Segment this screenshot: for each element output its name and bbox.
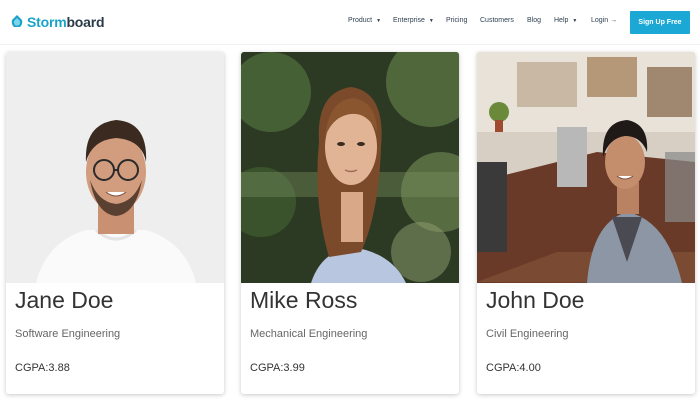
student-photo [6,52,224,283]
nav-item-help[interactable]: Help ▼ [554,17,577,24]
student-cgpa: CGPA:3.99 [250,362,305,374]
student-photo [477,52,695,283]
stormboard-logo-icon [11,15,23,27]
nav-item-login[interactable]: Login → [591,17,617,24]
student-department: Software Engineering [15,328,121,340]
nav-item-enterprise[interactable]: Enterprise ▼ [393,17,434,24]
student-card[interactable]: Jane Doe Software Engineering CGPA:3.88 [6,52,224,394]
student-card[interactable]: John Doe Civil Engineering CGPA:4.00 [477,52,695,394]
student-name: John Doe [486,287,585,313]
nav-item-blog[interactable]: Blog [527,17,541,24]
caret-down-icon: ▼ [428,17,434,24]
student-name: Jane Doe [15,287,114,313]
student-card[interactable]: Mike Ross Mechanical Engineering CGPA:3.… [241,52,459,394]
nav-item-customers[interactable]: Customers [480,17,514,24]
brand-name: Stormboard [27,14,105,30]
caret-down-icon: ▼ [572,17,578,24]
nav-item-product[interactable]: Product ▼ [348,17,381,24]
nav-item-pricing[interactable]: Pricing [446,17,467,24]
brand-logo[interactable]: Stormboard [10,13,105,31]
student-photo [241,52,459,283]
student-department: Civil Engineering [486,328,569,340]
student-cgpa: CGPA:3.88 [15,362,70,374]
caret-down-icon: ▼ [376,17,382,24]
student-cgpa: CGPA:4.00 [486,362,541,374]
top-navbar: Stormboard Product ▼ Enterprise ▼ Pricing … [0,0,700,45]
sign-up-free-button[interactable]: Sign Up Free [630,11,690,34]
student-department: Mechanical Engineering [250,328,368,340]
student-name: Mike Ross [250,287,358,313]
